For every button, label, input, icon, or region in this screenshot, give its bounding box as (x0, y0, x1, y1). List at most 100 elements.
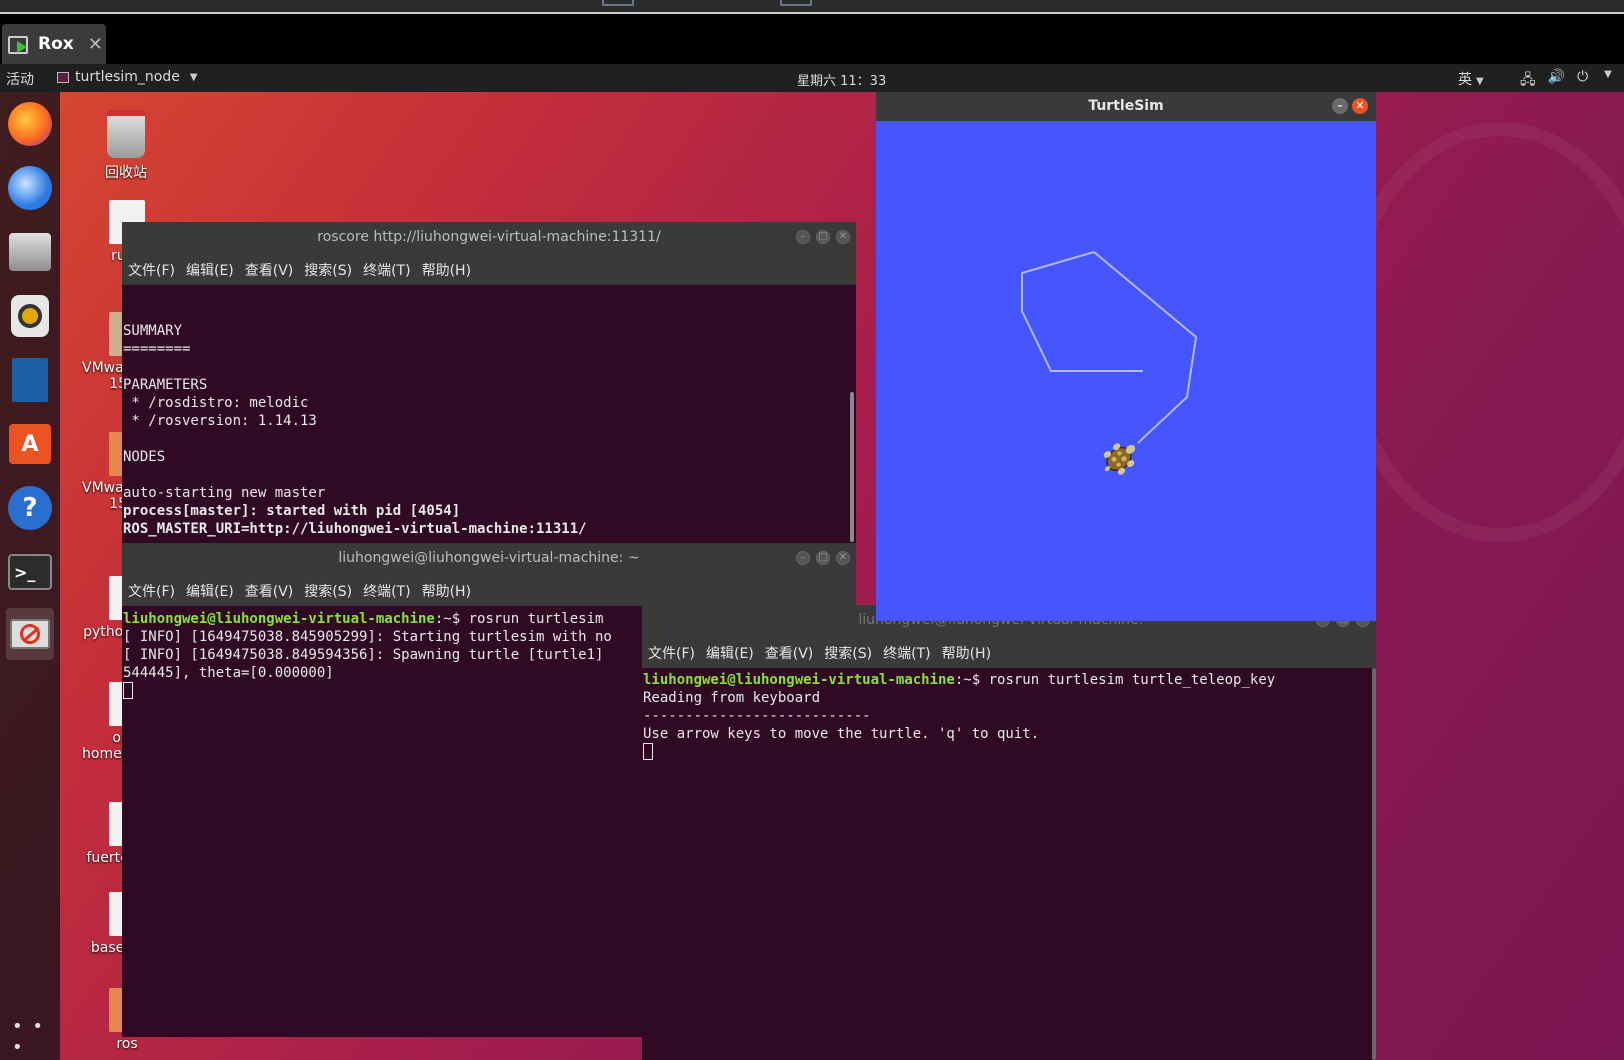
close-icon[interactable]: ✕ (836, 230, 850, 244)
terminal-output[interactable]: SUMMARY========​PARAMETERS * /rosdistro:… (122, 285, 856, 538)
input-method-menu[interactable]: 英 ▼ (1458, 69, 1484, 89)
terminal-menubar: 文件(F) 编辑(E) 查看(V) 搜索(S) 终端(T) 帮助(H) (122, 253, 856, 285)
close-icon[interactable]: ✕ (88, 34, 103, 55)
window-titlebar[interactable]: roscore http://liuhongwei-virtual-machin… (122, 222, 856, 253)
terminal-output[interactable]: liuhongwei@liuhongwei-virtual-machine:~$… (642, 668, 1376, 761)
host-tab-bar: Rox ✕ (0, 16, 1624, 64)
chevron-down-icon: ▼ (1476, 76, 1484, 87)
teleop-terminal-window[interactable]: liuhongwei@liuhongwei-virtual-machine: ~… (642, 605, 1376, 1060)
command-line: liuhongwei@liuhongwei-virtual-machine:~$… (643, 671, 1375, 689)
menu-terminal[interactable]: 终端(T) (363, 260, 410, 279)
writer-icon (12, 358, 48, 402)
desktop-icon-trash[interactable]: 回收站 (81, 110, 171, 182)
host-marker (602, 0, 634, 6)
chevron-down-icon: ▼ (1604, 69, 1612, 80)
software-center-icon: A (9, 424, 51, 464)
menu-help[interactable]: 帮助(H) (942, 643, 991, 662)
turtlesim-window[interactable]: TurtleSim – ✕ (876, 92, 1376, 621)
system-menu[interactable]: 🖧 🔊 ⏻ ▼ (1520, 69, 1612, 93)
maximize-icon[interactable]: □ (816, 230, 830, 244)
wallpaper-swirl (1340, 122, 1624, 542)
rhythmbox-icon (11, 295, 49, 337)
chevron-down-icon: ▼ (189, 71, 198, 83)
host-title-strip (0, 0, 1624, 14)
virtualbox-icon (8, 34, 30, 54)
output-line: Reading from keyboard (643, 690, 821, 706)
dock-rhythmbox[interactable] (6, 290, 54, 342)
output-line: auto-starting new master (123, 485, 326, 501)
output-line: --------------------------- (643, 708, 871, 724)
dock-turtlesim[interactable] (6, 608, 54, 660)
power-icon: ⏻ (1577, 69, 1589, 85)
output-line: ROS_MASTER_URI=http://liuhongwei-virtual… (123, 521, 587, 537)
window-title: TurtleSim (1088, 98, 1164, 114)
dock-files[interactable] (6, 226, 54, 278)
roscore-terminal-window[interactable]: roscore http://liuhongwei-virtual-machin… (122, 222, 856, 544)
dock-writer[interactable] (6, 354, 54, 406)
menu-edit[interactable]: 编辑(E) (706, 643, 754, 662)
menu-search[interactable]: 搜索(S) (304, 581, 352, 600)
dock-firefox[interactable] (6, 98, 54, 150)
network-icon: 🖧 (1520, 72, 1536, 88)
desktop-icon-label: 回收站 (105, 165, 147, 181)
app-menu[interactable]: turtlesim_node ▼ (57, 69, 198, 85)
dock-help[interactable]: ? (6, 482, 54, 534)
minimize-icon[interactable]: – (796, 230, 810, 244)
desktop-icon-label: ros (116, 1036, 138, 1052)
clock[interactable]: 星期六 11：33 (797, 70, 886, 89)
menu-search[interactable]: 搜索(S) (304, 260, 352, 279)
window-titlebar[interactable]: TurtleSim – ✕ (876, 92, 1376, 121)
window-title: roscore http://liuhongwei-virtual-machin… (317, 229, 661, 245)
turtle-icon (1103, 443, 1136, 475)
output-line: NODES (123, 449, 166, 465)
terminal-cursor (123, 682, 133, 699)
command-text: rosrun turtlesim (468, 611, 604, 627)
show-applications-icon[interactable]: • • • (12, 1016, 60, 1058)
minimize-icon[interactable]: – (1332, 98, 1348, 114)
output-line: * /rosdistro: melodic (123, 395, 309, 411)
menu-search[interactable]: 搜索(S) (824, 643, 872, 662)
menu-edit[interactable]: 编辑(E) (186, 260, 234, 279)
output-line: * /rosversion: 1.14.13 (123, 413, 317, 429)
host-tab-label: Rox (38, 34, 74, 54)
menu-view[interactable]: 查看(V) (245, 581, 294, 600)
app-menu-label: turtlesim_node (75, 69, 180, 85)
terminal-icon: >_ (8, 554, 52, 590)
menu-edit[interactable]: 编辑(E) (186, 581, 234, 600)
dock: A ? >_ • • • (0, 92, 60, 1060)
menu-view[interactable]: 查看(V) (245, 260, 294, 279)
close-icon[interactable]: ✕ (836, 551, 850, 565)
terminal-menubar: 文件(F) 编辑(E) 查看(V) 搜索(S) 终端(T) 帮助(H) (122, 574, 856, 606)
dock-thunderbird[interactable] (6, 162, 54, 214)
output-line: Use arrow keys to move the turtle. 'q' t… (643, 726, 1040, 742)
window-titlebar[interactable]: liuhongwei@liuhongwei-virtual-machine: ~… (122, 543, 856, 574)
host-vm-tab[interactable]: Rox ✕ (2, 24, 106, 64)
maximize-icon[interactable]: □ (816, 551, 830, 565)
close-icon[interactable]: ✕ (1352, 98, 1368, 114)
menu-help[interactable]: 帮助(H) (422, 581, 471, 600)
menu-terminal[interactable]: 终端(T) (363, 581, 410, 600)
dock-terminal[interactable]: >_ (6, 546, 54, 598)
menu-help[interactable]: 帮助(H) (422, 260, 471, 279)
output-line: PARAMETERS (123, 377, 208, 393)
top-panel: 活动 turtlesim_node ▼ 星期六 11：33 英 ▼ 🖧 🔊 ⏻ ▼ (0, 64, 1624, 92)
activities-button[interactable]: 活动 (6, 69, 34, 89)
dock-software[interactable]: A (6, 418, 54, 470)
input-method-label: 英 (1458, 72, 1472, 88)
files-icon (9, 233, 51, 271)
scrollbar[interactable] (1372, 668, 1376, 1060)
menu-file[interactable]: 文件(F) (128, 260, 175, 279)
app-window-icon (57, 71, 69, 83)
menu-file[interactable]: 文件(F) (648, 643, 695, 662)
scrollbar[interactable] (850, 392, 854, 542)
help-icon: ? (8, 486, 52, 530)
command-text: rosrun turtlesim turtle_teleop_key (988, 672, 1276, 688)
menu-terminal[interactable]: 终端(T) (883, 643, 930, 662)
trash-icon (107, 110, 145, 158)
menu-view[interactable]: 查看(V) (765, 643, 814, 662)
blocked-icon (10, 619, 50, 649)
menu-file[interactable]: 文件(F) (128, 581, 175, 600)
minimize-icon[interactable]: – (796, 551, 810, 565)
terminal-menubar: 文件(F) 编辑(E) 查看(V) 搜索(S) 终端(T) 帮助(H) (642, 636, 1376, 668)
host-marker (780, 0, 812, 6)
